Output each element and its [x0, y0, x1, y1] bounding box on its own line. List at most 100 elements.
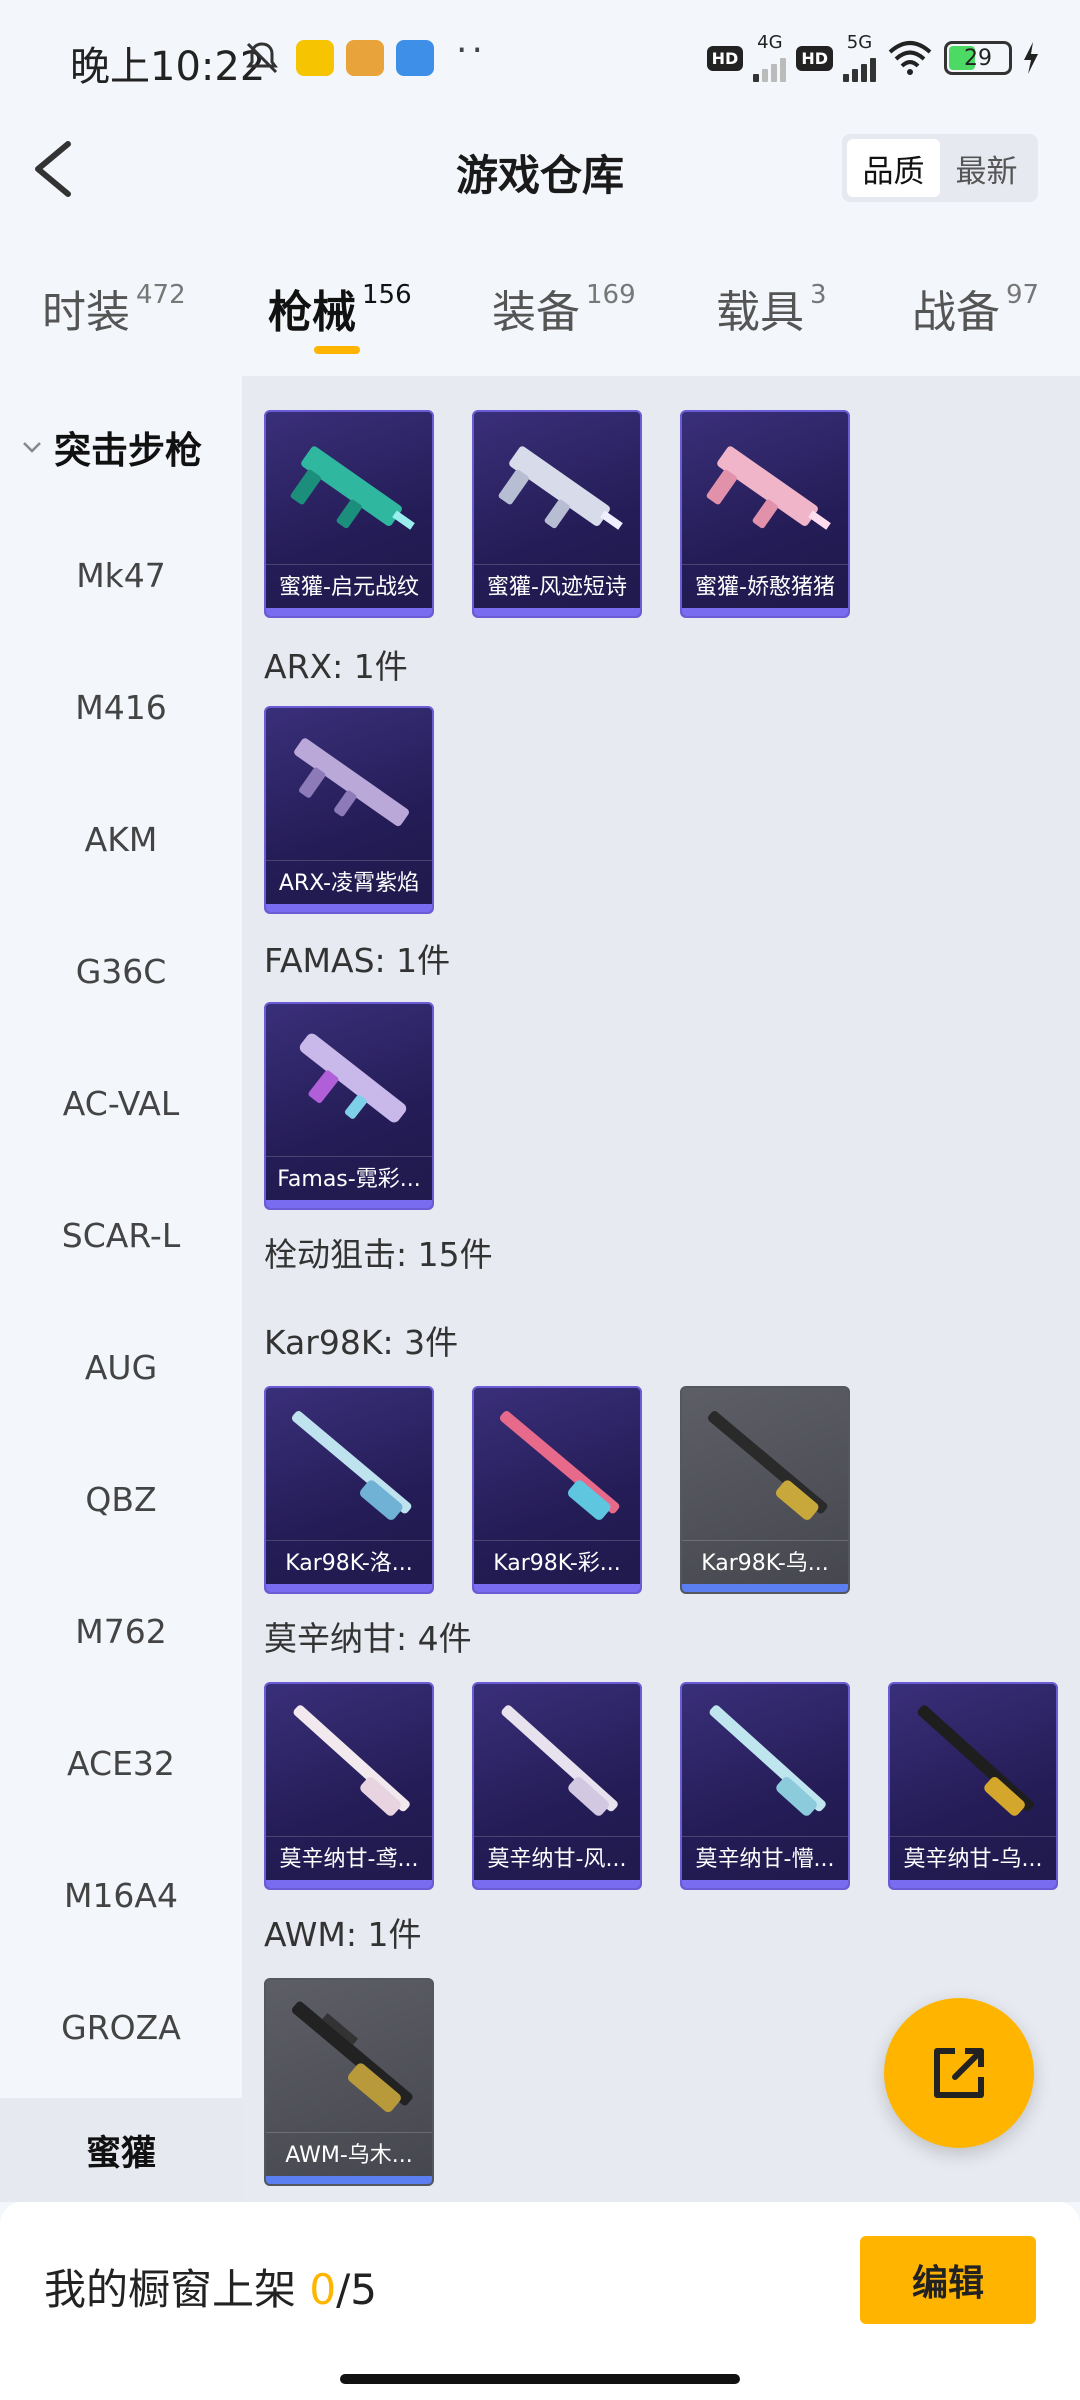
- share-button[interactable]: [884, 1998, 1034, 2148]
- sidebar-group-assault-rifles[interactable]: 突击步枪: [20, 420, 202, 474]
- sidebar-item-groza[interactable]: GROZA: [0, 2008, 242, 2047]
- sidebar-item-honey-badger[interactable]: 蜜獾: [0, 2098, 242, 2202]
- sidebar-item-g36c[interactable]: G36C: [0, 952, 242, 991]
- sidebar-item-scar-l[interactable]: SCAR-L: [0, 1216, 242, 1255]
- weapon-skin-list: 蜜獾-启元战纹 蜜獾-风迹短诗 蜜獾-娇憨猪猪 ARX: 1件 ARX-凌霄紫焰…: [242, 376, 1080, 2202]
- skin-card[interactable]: 蜜獾-风迹短诗: [472, 410, 642, 618]
- hd-icon: HD: [796, 45, 833, 71]
- sniper-rifle-skin-icon: [293, 1705, 410, 1816]
- skin-card[interactable]: 蜜獾-娇憨猪猪: [680, 410, 850, 618]
- sniper-rifle-skin-icon: [291, 2001, 413, 2113]
- bell-muted-icon: [246, 42, 278, 74]
- rarity-bar: [266, 2176, 432, 2184]
- rarity-bar: [474, 1584, 640, 1592]
- sort-quality-option[interactable]: 品质: [847, 139, 940, 197]
- rifle-skin-icon: [299, 1033, 407, 1123]
- sniper-rifle-skin-icon: [291, 1411, 412, 1520]
- sidebar-item-ace32[interactable]: ACE32: [0, 1744, 242, 1783]
- charging-icon: [1024, 42, 1038, 74]
- skin-name: 莫辛纳甘-鸢...: [266, 1836, 432, 1882]
- skin-card[interactable]: Famas-霓彩...: [264, 1002, 434, 1210]
- skin-card[interactable]: 莫辛纳甘-风...: [472, 1682, 642, 1890]
- rarity-bar: [682, 1880, 848, 1888]
- tab-equipment[interactable]: 装备 169: [492, 276, 636, 340]
- app-notification-icon: [346, 40, 384, 76]
- smg-skin-icon: [290, 446, 415, 530]
- smg-skin-icon: [706, 446, 831, 530]
- skin-name: Kar98K-乌...: [682, 1540, 848, 1586]
- weapon-type-sidebar: 突击步枪 Mk47 M416 AKM G36C AC-VAL SCAR-L AU…: [0, 376, 242, 2202]
- sidebar-item-m416[interactable]: M416: [0, 688, 242, 727]
- sidebar-item-m762[interactable]: M762: [0, 1612, 242, 1651]
- skin-card[interactable]: 莫辛纳甘-鸢...: [264, 1682, 434, 1890]
- section-title: 栓动狙击: 15件: [264, 1235, 493, 1274]
- app-notification-icon: [296, 40, 334, 76]
- smg-skin-icon: [498, 446, 623, 530]
- tab-fashion[interactable]: 时装 472: [42, 276, 186, 340]
- rarity-bar: [266, 1200, 432, 1208]
- home-indicator[interactable]: [340, 2374, 740, 2384]
- rarity-bar: [474, 1880, 640, 1888]
- skin-name: 莫辛纳甘-懵...: [682, 1836, 848, 1882]
- sort-newest-option[interactable]: 最新: [940, 139, 1033, 197]
- skin-name: 蜜獾-风迹短诗: [474, 564, 640, 610]
- wifi-icon: [888, 41, 932, 75]
- signal-bars-icon: [753, 52, 787, 82]
- tab-guns[interactable]: 枪械 156: [268, 276, 412, 340]
- hd-icon: HD: [706, 45, 744, 71]
- showcase-bar: 我的橱窗上架 0/5 编辑: [0, 2202, 1080, 2400]
- skin-card[interactable]: Kar98K-洛...: [264, 1386, 434, 1594]
- rarity-bar: [474, 608, 640, 616]
- skin-card[interactable]: AWM-乌木...: [264, 1978, 434, 2186]
- app-notification-icon: [396, 40, 434, 76]
- skin-name: 蜜獾-启元战纹: [266, 564, 432, 610]
- skin-name: Kar98K-洛...: [266, 1540, 432, 1586]
- rifle-skin-icon: [294, 738, 409, 827]
- skin-card[interactable]: 蜜獾-启元战纹: [264, 410, 434, 618]
- rarity-bar: [890, 1880, 1056, 1888]
- signal-5g: 5G: [843, 34, 876, 82]
- chevron-down-icon: [23, 442, 41, 453]
- sort-toggle: 品质 最新: [842, 134, 1038, 202]
- top-nav: 游戏仓库 品质 最新: [0, 118, 1080, 218]
- skin-name: 莫辛纳甘-乌...: [890, 1836, 1056, 1882]
- section-title: AWM: 1件: [264, 1915, 422, 1954]
- sidebar-item-ac-val[interactable]: AC-VAL: [0, 1084, 242, 1123]
- sidebar-item-akm[interactable]: AKM: [0, 820, 242, 859]
- sidebar-item-aug[interactable]: AUG: [0, 1348, 242, 1387]
- skin-name: ARX-凌霄紫焰: [266, 860, 432, 906]
- edit-button[interactable]: 编辑: [860, 2236, 1036, 2324]
- status-time: 晚上10:22: [70, 44, 266, 90]
- status-indicators: HD 4G HD 5G 29: [706, 34, 1040, 82]
- skin-card[interactable]: 莫辛纳甘-懵...: [680, 1682, 850, 1890]
- status-bar: 晚上10:22 ·· HD 4G HD 5G 29: [0, 0, 1080, 118]
- sniper-rifle-skin-icon: [917, 1705, 1034, 1816]
- category-tabs: 时装 472 枪械 156 装备 169 载具 3 战备 97: [0, 262, 1080, 362]
- sniper-rifle-skin-icon: [501, 1705, 618, 1816]
- tab-vehicles[interactable]: 载具 3: [716, 276, 827, 340]
- sidebar-item-m16a4[interactable]: M16A4: [0, 1876, 242, 1915]
- rarity-bar: [266, 1584, 432, 1592]
- tab-supplies[interactable]: 战备 97: [912, 276, 1039, 340]
- section-title: Kar98K: 3件: [264, 1323, 459, 1362]
- skin-name: Famas-霓彩...: [266, 1156, 432, 1202]
- more-notifications-icon: ··: [456, 30, 487, 71]
- skin-card[interactable]: ARX-凌霄紫焰: [264, 706, 434, 914]
- rarity-bar: [266, 1880, 432, 1888]
- skin-name: 莫辛纳甘-风...: [474, 1836, 640, 1882]
- skin-card[interactable]: Kar98K-乌...: [680, 1386, 850, 1594]
- section-title: 莫辛纳甘: 4件: [264, 1619, 472, 1658]
- rarity-bar: [682, 608, 848, 616]
- skin-name: 蜜獾-娇憨猪猪: [682, 564, 848, 610]
- skin-name: Kar98K-彩...: [474, 1540, 640, 1586]
- rarity-bar: [682, 1584, 848, 1592]
- signal-bars-icon: [843, 52, 876, 82]
- sidebar-item-qbz[interactable]: QBZ: [0, 1480, 242, 1519]
- sniper-rifle-skin-icon: [707, 1411, 828, 1520]
- sniper-rifle-skin-icon: [499, 1411, 620, 1520]
- share-external-icon: [934, 2048, 984, 2098]
- skin-card[interactable]: Kar98K-彩...: [472, 1386, 642, 1594]
- sniper-rifle-skin-icon: [709, 1705, 826, 1816]
- skin-card[interactable]: 莫辛纳甘-乌...: [888, 1682, 1058, 1890]
- sidebar-item-mk47[interactable]: Mk47: [0, 556, 242, 595]
